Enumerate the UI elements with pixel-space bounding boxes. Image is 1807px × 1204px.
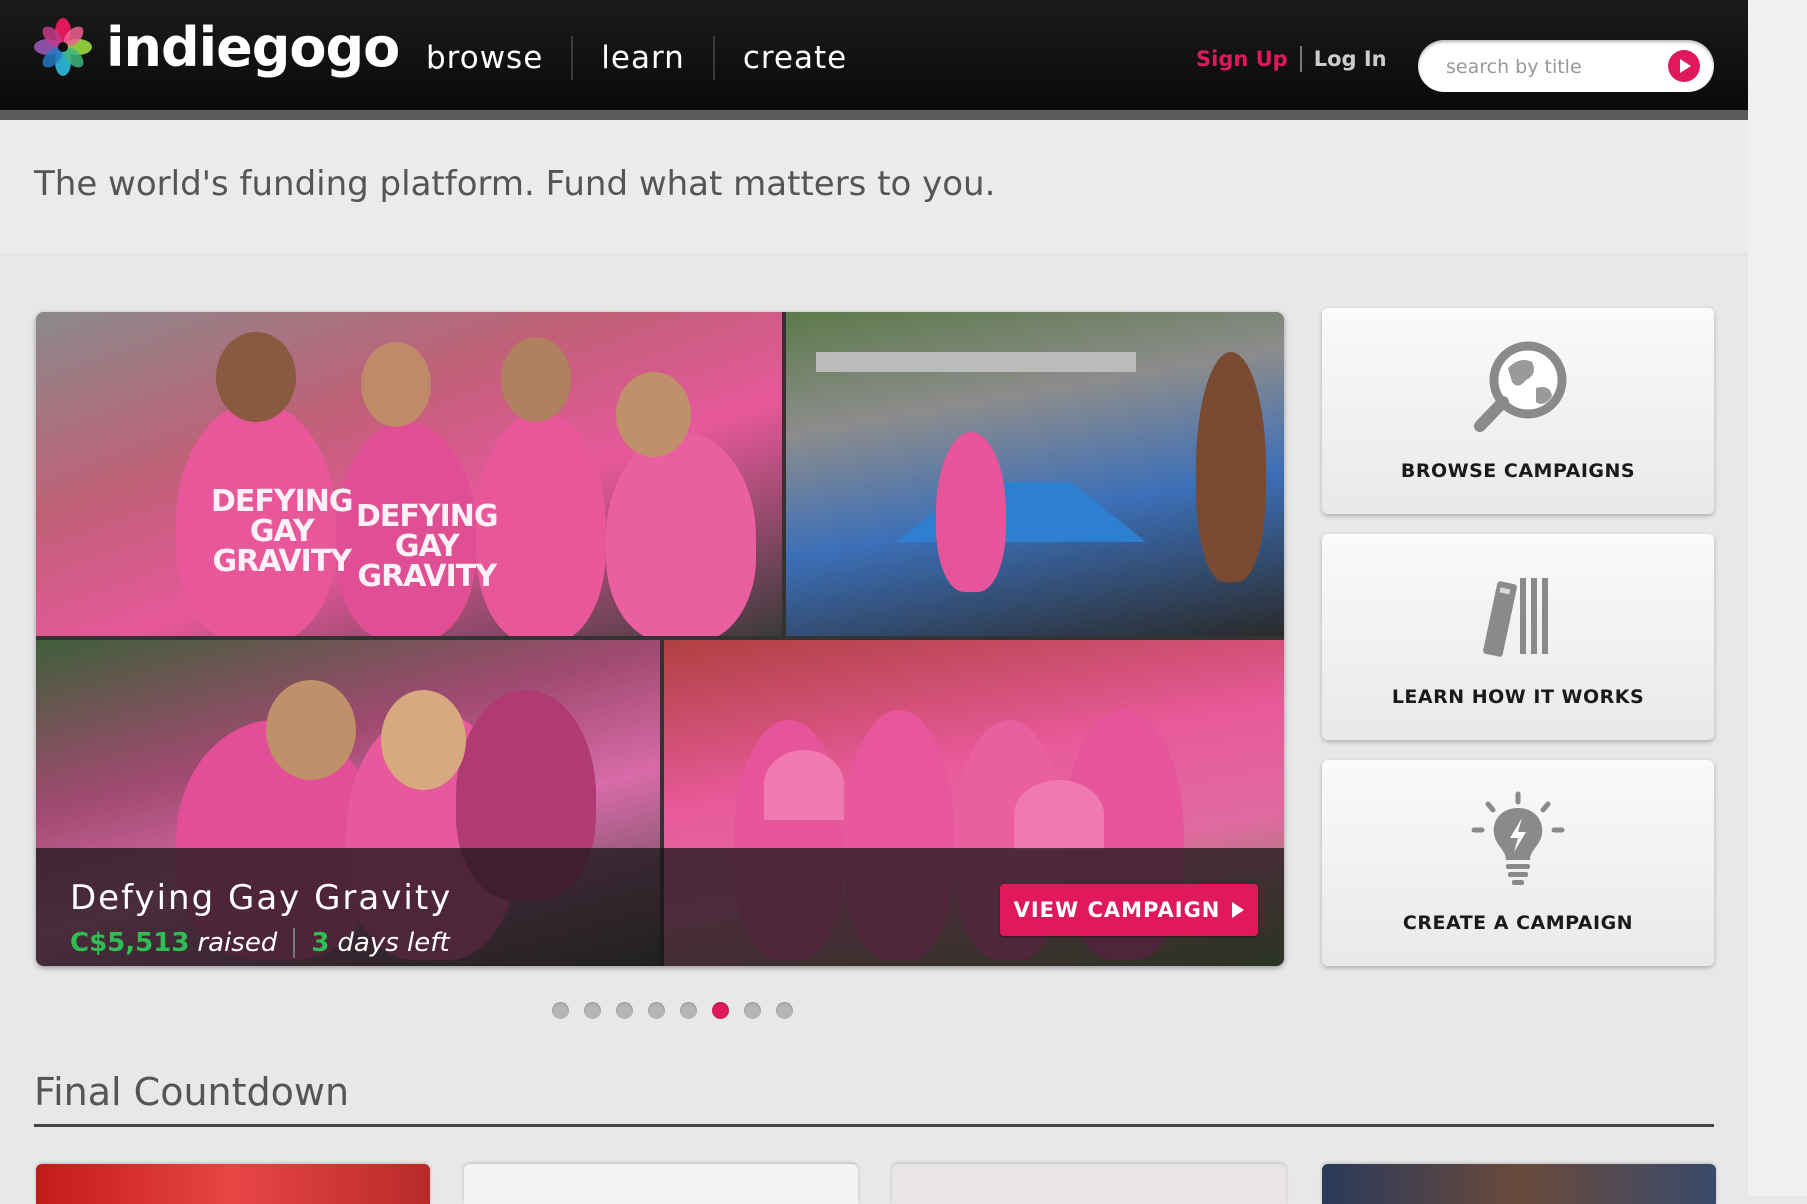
log-in-link[interactable]: Log In [1314,47,1387,71]
globe-search-icon [1474,341,1567,432]
main-nav: browse learn create [402,36,875,80]
view-campaign-label: VIEW CAMPAIGN [1013,898,1221,922]
campaign-photo-stage [786,312,1284,636]
person-head [381,690,466,790]
shirt-print: DEFYING GAY GRAVITY [356,499,499,594]
carousel-dot[interactable] [680,1002,697,1019]
browse-campaigns-card[interactable]: BROWSE CAMPAIGNS [1322,308,1714,514]
indiegogo-logo[interactable]: indiegogo [32,12,400,82]
days-left-count: 3 [311,928,330,958]
nav-browse[interactable]: browse [402,40,571,76]
person-head [501,337,571,422]
tagline-bar: The world's funding platform. Fund what … [0,120,1748,255]
performer [936,432,1006,592]
section-divider [34,1124,1714,1127]
raised-amount: C$5,513 [70,928,190,958]
person-head [616,372,691,457]
learn-how-it-works-card[interactable]: LEARN HOW IT WORKS [1322,534,1714,740]
final-countdown-title: Final Countdown [34,1070,350,1114]
person-figure [606,432,756,636]
shirt-print: DEFYING GAY GRAVITY [211,484,354,579]
hand-fan [1014,780,1104,850]
carousel-dot[interactable] [584,1002,601,1019]
carousel-dot[interactable] [776,1002,793,1019]
search-box [1418,40,1714,92]
person-head [266,680,356,780]
auth-links: Sign Up Log In [1196,46,1387,72]
flower-logo-icon [34,18,92,76]
days-left-label: days left [337,928,450,958]
countdown-campaign-thumbnail[interactable] [1322,1164,1716,1204]
learn-how-it-works-label: LEARN HOW IT WORKS [1391,686,1645,708]
countdown-campaign-thumbnail[interactable] [892,1164,1286,1204]
play-arrow-icon [1232,902,1245,918]
campaign-stats: C$5,513 raised 3 days left [70,928,450,958]
stats-divider [293,928,296,958]
auth-divider [1299,46,1302,72]
lightbulb-icon [1471,791,1565,885]
carousel-dot[interactable] [712,1002,729,1019]
top-navigation-bar: indiegogo browse learn create Sign Up Lo… [0,0,1748,110]
person-head [361,342,431,427]
header-divider [0,110,1748,120]
campaign-title[interactable]: Defying Gay Gravity [70,878,452,918]
search-submit-button[interactable] [1668,50,1700,82]
countdown-campaign-thumbnail[interactable] [36,1164,430,1204]
sign-up-link[interactable]: Sign Up [1196,47,1288,71]
page-edge [1748,0,1807,1196]
person-head [216,332,296,422]
featured-campaign-carousel[interactable]: DEFYING GAY GRAVITY DEFYING GAY GRAVITY Defy… [36,312,1284,966]
search-input[interactable] [1444,52,1648,82]
performer [1196,352,1266,582]
browse-campaigns-label: BROWSE CAMPAIGNS [1400,460,1636,482]
countdown-campaign-thumbnail[interactable] [464,1164,858,1204]
hand-fan [764,750,844,820]
stage-truss [816,352,1136,372]
carousel-pagination [552,1002,808,1019]
carousel-dot[interactable] [552,1002,569,1019]
tagline: The world's funding platform. Fund what … [34,164,996,204]
view-campaign-button[interactable]: VIEW CAMPAIGN [1000,884,1258,936]
nav-learn[interactable]: learn [573,40,713,76]
brand-name: indiegogo [106,15,400,79]
campaign-caption-overlay: Defying Gay Gravity C$5,513 raised 3 day… [36,848,1284,966]
tent [896,482,1146,542]
raised-label: raised [197,928,278,958]
carousel-dot[interactable] [648,1002,665,1019]
create-campaign-label: CREATE A CAMPAIGN [1402,912,1634,934]
books-icon [1483,578,1548,657]
create-campaign-card[interactable]: CREATE A CAMPAIGN [1322,760,1714,966]
carousel-dot[interactable] [744,1002,761,1019]
campaign-photo-group: DEFYING GAY GRAVITY DEFYING GAY GRAVITY [36,312,782,636]
carousel-dot[interactable] [616,1002,633,1019]
nav-create[interactable]: create [715,40,875,76]
